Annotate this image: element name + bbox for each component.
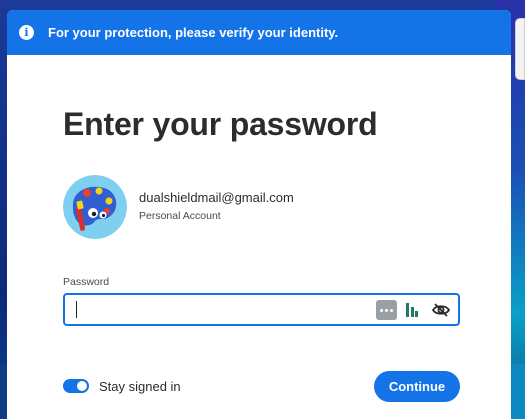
stay-signed-in-label: Stay signed in <box>99 379 181 394</box>
stay-signed-in-toggle[interactable] <box>63 379 89 393</box>
avatar <box>63 175 127 239</box>
paint-palette-icon <box>63 175 127 239</box>
page-title: Enter your password <box>63 106 378 142</box>
password-manager-bars-icon[interactable] <box>405 300 419 320</box>
password-field[interactable] <box>63 293 460 326</box>
password-input[interactable] <box>73 299 363 321</box>
banner-text: For your protection, please verify your … <box>48 25 339 40</box>
password-label: Password <box>63 276 110 288</box>
info-icon: i <box>19 25 34 40</box>
side-scroll-tab[interactable] <box>515 18 525 80</box>
continue-button[interactable]: Continue <box>374 371 460 402</box>
protection-banner: i For your protection, please verify you… <box>7 10 511 55</box>
account-type: Personal Account <box>139 210 221 222</box>
eye-slash-icon[interactable] <box>431 300 451 320</box>
password-manager-dots-icon[interactable] <box>376 300 397 320</box>
account-email: dualshieldmail@gmail.com <box>139 190 294 205</box>
signin-card: i For your protection, please verify you… <box>7 10 511 419</box>
